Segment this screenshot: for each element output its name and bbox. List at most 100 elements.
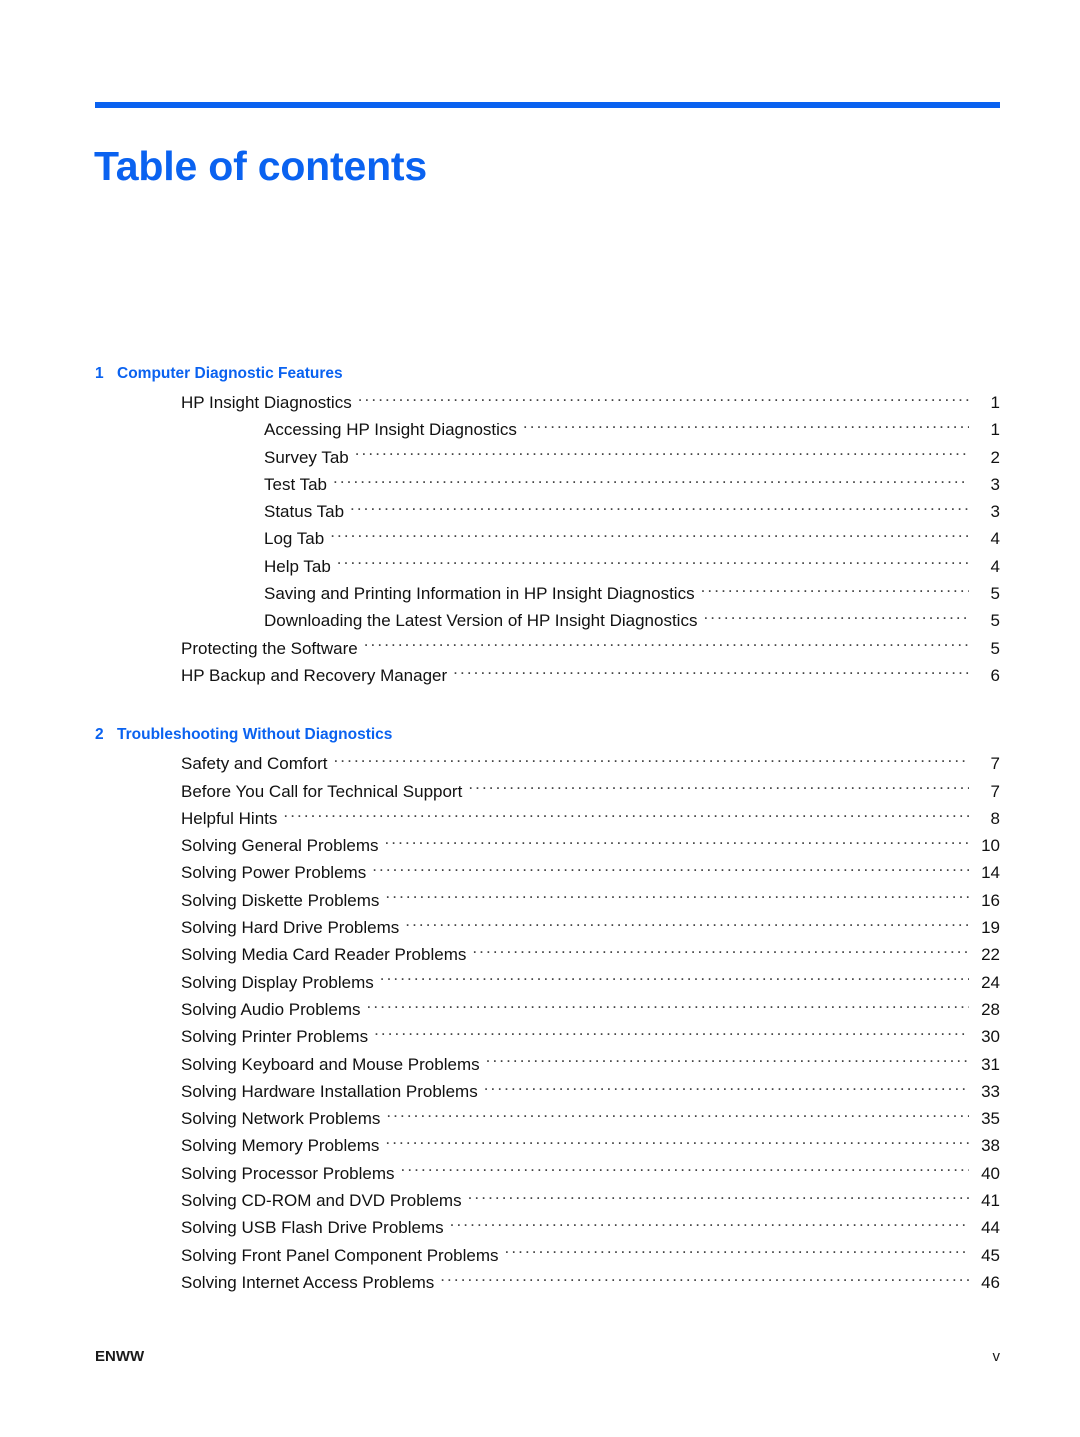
dot-leader — [468, 780, 969, 797]
toc-entry[interactable]: Solving Power Problems 14 — [95, 859, 1000, 886]
dot-leader — [333, 473, 969, 490]
toc-entry[interactable]: HP Backup and Recovery Manager 6 — [95, 662, 1000, 689]
toc-entry[interactable]: Help Tab 4 — [95, 553, 1000, 580]
toc-entry-page-number: 22 — [981, 945, 1000, 965]
dot-leader — [701, 582, 969, 599]
toc-entry-label: HP Insight Diagnostics — [181, 393, 352, 412]
toc-entry-page-number: 8 — [990, 808, 1000, 828]
toc-entry[interactable]: HP Insight Diagnostics 1 — [95, 389, 1000, 416]
toc-entry-page-number: 45 — [981, 1245, 1000, 1265]
toc-entry-label: Solving Network Problems — [181, 1109, 381, 1129]
toc-entry[interactable]: Helpful Hints 8 — [95, 805, 1000, 832]
toc-entry-page-number: 19 — [981, 918, 1000, 938]
toc-entry-page-number: 6 — [990, 665, 1000, 685]
toc-entry-page-number: 24 — [981, 972, 1000, 992]
toc-entry[interactable]: Solving General Problems 10 — [95, 832, 1000, 859]
toc-entry-page-number: 40 — [981, 1163, 1000, 1183]
toc-entry[interactable]: Solving Internet Access Problems 46 — [95, 1269, 1000, 1296]
dot-leader — [484, 1080, 969, 1097]
toc-entry[interactable]: Solving Memory Problems 38 — [95, 1132, 1000, 1159]
toc-entry[interactable]: Log Tab 4 — [95, 525, 1000, 552]
toc-entry[interactable]: Saving and Printing Information in HP In… — [95, 580, 1000, 607]
toc-entry-label: Saving and Printing Information in HP In… — [264, 584, 695, 604]
dot-leader — [450, 1216, 969, 1233]
dot-leader — [337, 555, 969, 572]
toc-entry-page-number: 2 — [990, 447, 1000, 467]
toc-entry[interactable]: Solving Diskette Problems 16 — [95, 887, 1000, 914]
dot-leader — [405, 916, 969, 933]
toc-entry-label: Solving Hard Drive Problems — [181, 918, 400, 938]
chapter-heading[interactable]: 1 Computer Diagnostic Features — [95, 360, 1000, 388]
toc-entry-label: Log Tab — [264, 529, 325, 549]
toc-entry[interactable]: Safety and Comfort 7 — [95, 750, 1000, 777]
toc-entry-page-number: 10 — [981, 836, 1000, 856]
toc-chapter: 1 Computer Diagnostic Features HP Insight … — [95, 360, 1000, 689]
toc-entry-label: Solving Keyboard and Mouse Problems — [181, 1054, 480, 1074]
toc-entry[interactable]: Solving Front Panel Component Problems 45 — [95, 1242, 1000, 1269]
chapter-number: 2 — [95, 726, 104, 744]
toc-entry[interactable]: Solving Printer Problems 30 — [95, 1023, 1000, 1050]
toc-entry[interactable]: Solving USB Flash Drive Problems 44 — [95, 1214, 1000, 1241]
toc-entry-page-number: 7 — [990, 754, 1000, 774]
title-rule — [95, 102, 1000, 108]
toc-entry-label: Solving Front Panel Component Problems — [181, 1245, 499, 1265]
toc-entry-page-number: 46 — [981, 1272, 1000, 1292]
toc-entry-page-number: 38 — [981, 1136, 1000, 1156]
table-of-contents: 1 Computer Diagnostic Features HP Insight … — [95, 360, 1000, 1296]
toc-entry[interactable]: Survey Tab 2 — [95, 444, 1000, 471]
toc-entry[interactable]: Solving CD-ROM and DVD Problems 41 — [95, 1187, 1000, 1214]
toc-entry-page-number: 1 — [990, 420, 1000, 440]
toc-entry[interactable]: Solving Keyboard and Mouse Problems 31 — [95, 1051, 1000, 1078]
toc-entry-label: Solving Hardware Installation Problems — [181, 1081, 478, 1101]
toc-entry[interactable]: Downloading the Latest Version of HP Ins… — [95, 607, 1000, 634]
toc-entry[interactable]: Solving Display Problems 24 — [95, 969, 1000, 996]
page-title: Table of contents — [94, 143, 427, 190]
dot-leader — [374, 1025, 969, 1042]
toc-entry[interactable]: Before You Call for Technical Support 7 — [95, 778, 1000, 805]
dot-leader — [468, 1189, 969, 1206]
toc-chapter: 2 Troubleshooting Without Diagnostics Safe… — [95, 721, 1000, 1296]
toc-entry[interactable]: Solving Audio Problems 28 — [95, 996, 1000, 1023]
toc-entry-label: Status Tab — [264, 502, 345, 522]
toc-entry[interactable]: Solving Network Problems 35 — [95, 1105, 1000, 1132]
dot-leader — [385, 889, 969, 906]
toc-entry-page-number: 41 — [981, 1191, 1000, 1211]
toc-entry[interactable]: Status Tab 3 — [95, 498, 1000, 525]
toc-entry[interactable]: Protecting the Software 5 — [95, 635, 1000, 662]
toc-entry-label: Survey Tab — [264, 447, 349, 467]
dot-leader — [486, 1053, 969, 1070]
toc-entry-label: Accessing HP Insight Diagnostics — [264, 420, 517, 440]
toc-entry[interactable]: Solving Media Card Reader Problems 22 — [95, 941, 1000, 968]
toc-entry-label: Helpful Hints — [181, 808, 278, 828]
dot-leader — [703, 609, 969, 626]
dot-leader — [333, 752, 969, 769]
toc-entry-page-number: 4 — [990, 529, 1000, 549]
dot-leader — [384, 834, 969, 851]
toc-entry-label: Before You Call for Technical Support — [181, 781, 463, 801]
toc-entry-label: Solving Audio Problems — [181, 999, 361, 1019]
toc-entry-page-number: 5 — [990, 611, 1000, 631]
toc-entry-label: Solving USB Flash Drive Problems — [181, 1218, 444, 1238]
toc-entry[interactable]: Solving Processor Problems 40 — [95, 1160, 1000, 1187]
chapter-number: 1 — [95, 365, 104, 382]
dot-leader — [386, 1107, 969, 1124]
toc-entry-label: Solving Memory Problems — [181, 1136, 380, 1156]
chapter-heading[interactable]: 2 Troubleshooting Without Diagnostics — [95, 721, 1000, 749]
toc-entry-label: Help Tab — [264, 556, 331, 576]
dot-leader — [355, 446, 969, 463]
toc-entry-label: Solving Internet Access Problems — [181, 1272, 435, 1292]
toc-entry-label: Solving Power Problems — [181, 863, 367, 883]
dot-leader — [367, 998, 969, 1015]
toc-entry[interactable]: Accessing HP Insight Diagnostics 1 — [95, 416, 1000, 443]
toc-entry[interactable]: Solving Hard Drive Problems 19 — [95, 914, 1000, 941]
toc-entry[interactable]: Test Tab 3 — [95, 471, 1000, 498]
toc-entry-label: Downloading the Latest Version of HP Ins… — [264, 611, 698, 631]
toc-entry-label: Solving Media Card Reader Problems — [181, 945, 467, 965]
toc-entry[interactable]: Solving Hardware Installation Problems 33 — [95, 1078, 1000, 1105]
toc-entry-label: Test Tab — [264, 474, 328, 494]
dot-leader — [330, 527, 969, 544]
chapter-title: Troubleshooting Without Diagnostics — [117, 726, 393, 744]
toc-entry-page-number: 35 — [981, 1109, 1000, 1129]
dot-leader — [350, 500, 969, 517]
toc-entry-page-number: 28 — [981, 999, 1000, 1019]
